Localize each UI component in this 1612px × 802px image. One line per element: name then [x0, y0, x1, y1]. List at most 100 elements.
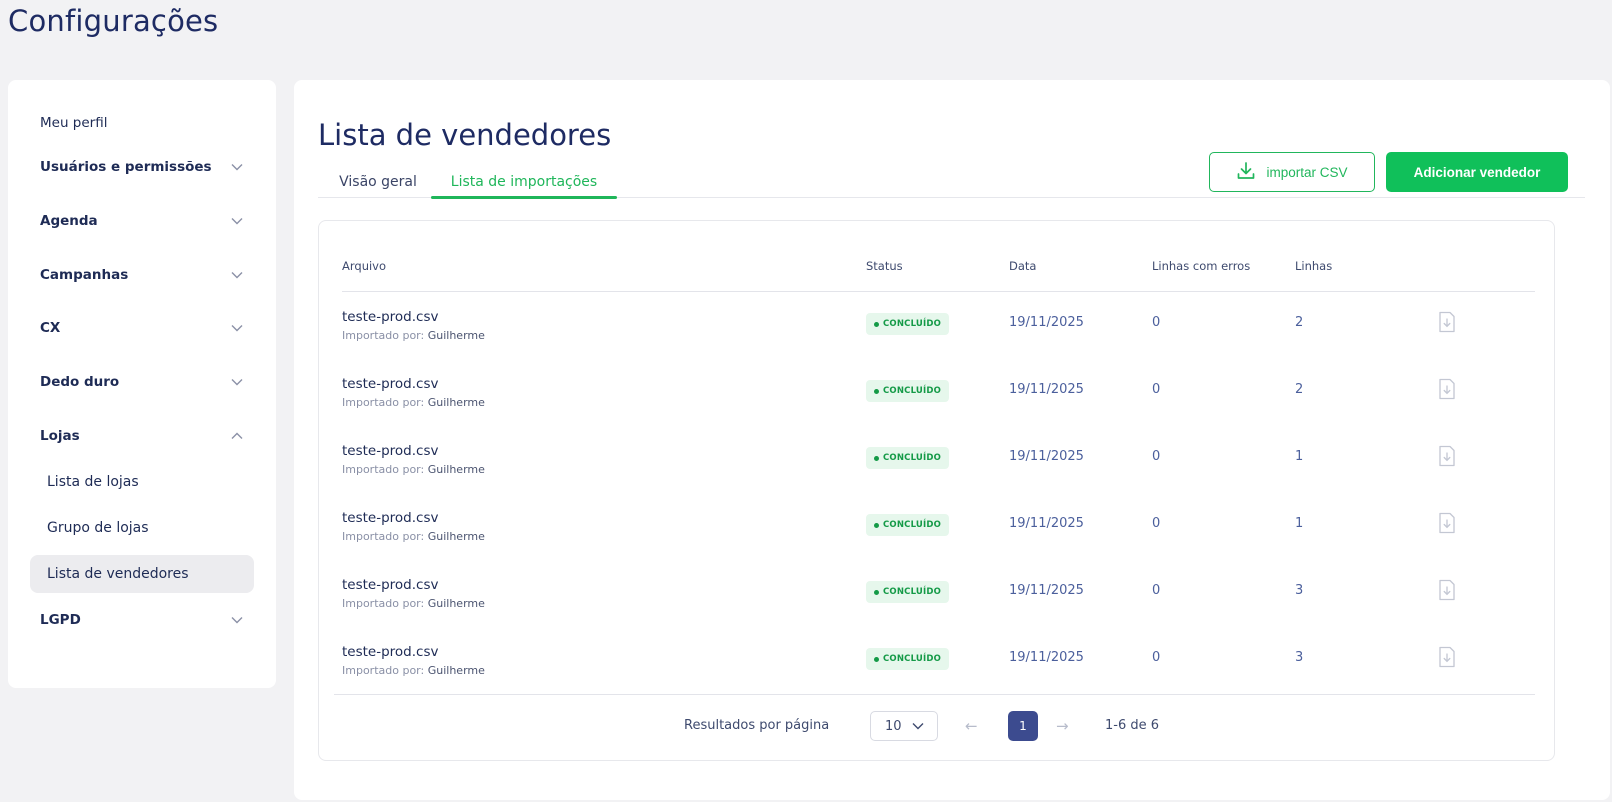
- file-name: teste-prod.csv: [342, 510, 439, 526]
- file-name: teste-prod.csv: [342, 443, 439, 459]
- per-page-select[interactable]: 10: [870, 711, 938, 741]
- section-title: Lista de vendedores: [318, 118, 612, 152]
- chevron-down-icon: [912, 719, 924, 734]
- file-download-icon[interactable]: [1437, 646, 1457, 668]
- imported-by: Importado por: Guilherme: [342, 597, 485, 610]
- sidebar-item-label: Campanhas: [40, 267, 129, 283]
- table-row: teste-prod.csv Importado por: Guilherme …: [319, 577, 1554, 644]
- chevron-down-icon: [230, 321, 244, 335]
- results-range: 1-6 de 6: [1105, 718, 1160, 733]
- sidebar-item-lgpd[interactable]: LGPD: [30, 601, 254, 639]
- imports-table: Arquivo Status Data Linhas com erros Lin…: [318, 220, 1555, 761]
- main-panel: Lista de vendedores Visão geral Lista de…: [294, 80, 1610, 800]
- status-badge: CONCLUÍDO: [866, 581, 949, 603]
- file-download-icon[interactable]: [1437, 311, 1457, 333]
- pagination: Resultados por página 10 ← 1 → 1-6 de 6: [319, 711, 1554, 741]
- column-header-linhas-com-erros: Linhas com erros: [1152, 259, 1251, 273]
- chevron-down-icon: [230, 613, 244, 627]
- file-download-icon[interactable]: [1437, 579, 1457, 601]
- table-row: teste-prod.csv Importado por: Guilherme …: [319, 644, 1554, 711]
- column-header-status: Status: [866, 259, 903, 273]
- status-badge: CONCLUÍDO: [866, 313, 949, 335]
- chevron-down-icon: [230, 160, 244, 174]
- sidebar-item-label: Meu perfil: [40, 115, 108, 131]
- table-row: teste-prod.csv Importado por: Guilherme …: [319, 510, 1554, 577]
- column-header-data: Data: [1009, 259, 1037, 273]
- settings-sidebar: Meu perfil Usuários e permissões Agenda …: [8, 80, 276, 688]
- status-badge: CONCLUÍDO: [866, 380, 949, 402]
- sidebar-item-label: Lista de lojas: [47, 474, 139, 490]
- import-date: 19/11/2025: [1009, 449, 1084, 464]
- footer-divider: [334, 694, 1535, 695]
- imported-by: Importado por: Guilherme: [342, 530, 485, 543]
- table-row: teste-prod.csv Importado por: Guilherme …: [319, 376, 1554, 443]
- file-name: teste-prod.csv: [342, 376, 439, 392]
- table-row: teste-prod.csv Importado por: Guilherme …: [319, 443, 1554, 510]
- previous-page-arrow-icon[interactable]: ←: [965, 717, 978, 735]
- table-row: teste-prod.csv Importado por: Guilherme …: [319, 309, 1554, 376]
- import-date: 19/11/2025: [1009, 382, 1084, 397]
- error-lines: 0: [1152, 382, 1161, 397]
- sidebar-item-label: Lojas: [40, 428, 80, 444]
- sidebar-item-meu-perfil[interactable]: Meu perfil: [30, 104, 254, 142]
- page-title: Configurações: [8, 4, 219, 38]
- lines-count: 2: [1295, 315, 1304, 330]
- sidebar-item-label: Lista de vendedores: [47, 566, 189, 582]
- status-badge: CONCLUÍDO: [866, 514, 949, 536]
- chevron-up-icon: [230, 429, 244, 443]
- import-date: 19/11/2025: [1009, 315, 1084, 330]
- imported-by: Importado por: Guilherme: [342, 396, 485, 409]
- sidebar-item-campanhas[interactable]: Campanhas: [30, 256, 254, 294]
- column-header-linhas: Linhas: [1295, 259, 1333, 273]
- tab-visao-geral[interactable]: Visão geral: [318, 166, 438, 198]
- download-icon: [1236, 161, 1256, 184]
- next-page-arrow-icon[interactable]: →: [1056, 717, 1069, 735]
- per-page-label: Resultados por página: [684, 718, 830, 733]
- error-lines: 0: [1152, 650, 1161, 665]
- import-date: 19/11/2025: [1009, 650, 1084, 665]
- page-number-button[interactable]: 1: [1008, 711, 1038, 741]
- error-lines: 0: [1152, 449, 1161, 464]
- tab-lista-de-importacoes[interactable]: Lista de importações: [431, 166, 617, 199]
- file-download-icon[interactable]: [1437, 512, 1457, 534]
- tab-label: Lista de importações: [450, 174, 598, 190]
- sidebar-item-dedo-duro[interactable]: Dedo duro: [30, 363, 254, 401]
- sidebar-item-lojas[interactable]: Lojas: [30, 417, 254, 455]
- per-page-value: 10: [885, 718, 902, 734]
- status-badge: CONCLUÍDO: [866, 648, 949, 670]
- sidebar-item-grupo-de-lojas[interactable]: Grupo de lojas: [30, 509, 254, 547]
- add-seller-button[interactable]: Adicionar vendedor: [1386, 152, 1568, 192]
- file-download-icon[interactable]: [1437, 445, 1457, 467]
- error-lines: 0: [1152, 516, 1161, 531]
- lines-count: 3: [1295, 650, 1304, 665]
- file-name: teste-prod.csv: [342, 577, 439, 593]
- sidebar-item-usuarios-permissoes[interactable]: Usuários e permissões: [30, 148, 254, 186]
- import-csv-label: importar CSV: [1266, 164, 1348, 180]
- tab-label: Visão geral: [339, 174, 417, 190]
- sidebar-item-label: Agenda: [40, 213, 98, 229]
- lines-count: 1: [1295, 449, 1304, 464]
- sidebar-item-lista-de-lojas[interactable]: Lista de lojas: [30, 463, 254, 501]
- sidebar-item-agenda[interactable]: Agenda: [30, 202, 254, 240]
- chevron-down-icon: [230, 375, 244, 389]
- chevron-down-icon: [230, 214, 244, 228]
- error-lines: 0: [1152, 583, 1161, 598]
- lines-count: 1: [1295, 516, 1304, 531]
- column-header-arquivo: Arquivo: [342, 259, 387, 273]
- sidebar-item-lista-de-vendedores[interactable]: Lista de vendedores: [30, 555, 254, 593]
- file-download-icon[interactable]: [1437, 378, 1457, 400]
- sidebar-item-label: Grupo de lojas: [47, 520, 149, 536]
- sidebar-item-label: CX: [40, 320, 61, 336]
- status-badge: CONCLUÍDO: [866, 447, 949, 469]
- sidebar-item-cx[interactable]: CX: [30, 309, 254, 347]
- import-csv-button[interactable]: importar CSV: [1209, 152, 1375, 192]
- sidebar-item-label: LGPD: [40, 612, 81, 628]
- import-date: 19/11/2025: [1009, 583, 1084, 598]
- imported-by: Importado por: Guilherme: [342, 463, 485, 476]
- lines-count: 2: [1295, 382, 1304, 397]
- file-name: teste-prod.csv: [342, 644, 439, 660]
- sidebar-item-label: Usuários e permissões: [40, 159, 212, 175]
- header-divider: [342, 291, 1535, 292]
- imported-by: Importado por: Guilherme: [342, 329, 485, 342]
- file-name: teste-prod.csv: [342, 309, 439, 325]
